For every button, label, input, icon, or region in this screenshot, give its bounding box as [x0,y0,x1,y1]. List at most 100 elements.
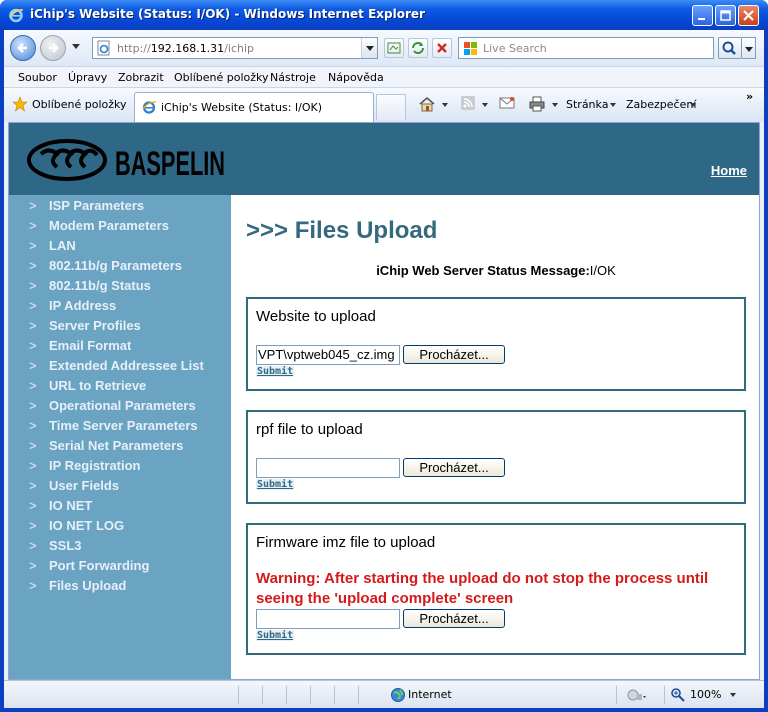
sidebar-item-serial-net-parameters[interactable]: > Serial Net Parameters [29,438,204,458]
firmware-upload-box: Firmware imz file to upload Warning: Aft… [246,523,746,655]
firmware-browse-button[interactable]: Procházet... [403,609,505,628]
rpf-submit-button[interactable]: Submit [256,479,295,490]
address-bar[interactable]: http://192.168.1.31/ichip [92,37,378,59]
rpf-file-input[interactable] [256,458,400,478]
sidebar-item-modem-parameters[interactable]: > Modem Parameters [29,218,204,238]
feeds-dropdown-icon[interactable] [482,103,488,107]
page-menu-dropdown-icon[interactable] [610,103,616,107]
nav-marker-icon: > [29,238,37,253]
search-button[interactable] [718,37,742,59]
menu-item-tools[interactable]: Nástroje [270,71,316,84]
zoom-level[interactable]: 100% [690,688,721,701]
more-commands-icon[interactable]: » [746,90,753,103]
favorites-star-icon[interactable] [12,96,28,112]
sidebar-item-server-profiles[interactable]: > Server Profiles [29,318,204,338]
sidebar-item-label: Files Upload [49,578,127,593]
minimize-button[interactable] [692,5,713,26]
firmware-submit-button[interactable]: Submit [256,630,295,641]
stop-icon [437,43,447,53]
nav-marker-icon: > [29,318,37,333]
safety-menu-button[interactable]: Zabezpečení [626,98,696,111]
nav-marker-icon: > [29,418,37,433]
logo-text: BASPELIN [115,145,225,183]
sidebar-item-ssl3[interactable]: > SSL3 [29,538,204,558]
menu-item-help[interactable]: Nápověda [328,71,384,84]
sidebar-item-isp-parameters[interactable]: > ISP Parameters [29,198,204,218]
sidebar-item-label: Server Profiles [49,318,141,333]
address-toolbar: http://192.168.1.31/ichip Live Search [4,30,764,66]
menu-item-edit[interactable]: Úpravy [68,71,107,84]
sidebar-item-ip-registration[interactable]: > IP Registration [29,458,204,478]
mail-icon[interactable] [498,95,516,111]
sidebar-item-label: LAN [49,238,76,253]
menu-item-favorites[interactable]: Oblíbené položky [174,71,269,84]
print-icon[interactable] [528,95,546,113]
search-options-dropdown-icon[interactable] [742,37,756,59]
tab-ichip-website[interactable]: iChip's Website (Status: I/OK) [134,92,374,122]
sidebar-item-802-11b-g-parameters[interactable]: >802.11b/g Parameters [29,258,204,278]
protected-mode-icon[interactable] [626,687,648,703]
sidebar-item-io-net-log[interactable]: > IO NET LOG [29,518,204,538]
compatibility-view-button[interactable] [384,38,404,58]
title-bar[interactable]: iChip's Website (Status: I/OK) - Windows… [0,0,768,30]
stop-button[interactable] [432,38,452,58]
back-button[interactable] [10,35,36,61]
status-divider [286,686,287,704]
page-title: >>> Files Upload [246,217,438,244]
sidebar-item-time-server-parameters[interactable]: > Time Server Parameters [29,418,204,438]
search-input[interactable]: Live Search [458,37,714,59]
zoom-icon[interactable] [670,687,686,703]
nav-marker-icon: > [29,218,37,233]
favorites-label[interactable]: Oblíbené položky [32,98,127,111]
home-icon[interactable] [418,95,436,113]
search-placeholder: Live Search [483,42,547,55]
sidebar-item-ip-address[interactable]: > IP Address [29,298,204,318]
zoom-dropdown-icon[interactable] [730,693,736,697]
menu-item-file[interactable]: Soubor [18,71,57,84]
sidebar-item-extended-addressee-list[interactable]: > Extended Addressee List [29,358,204,378]
sidebar-item-url-to-retrieve[interactable]: > URL to Retrieve [29,378,204,398]
sidebar-item-lan[interactable]: > LAN [29,238,204,258]
address-dropdown-icon[interactable] [361,38,377,58]
sidebar-item-label: Port Forwarding [49,558,150,573]
sidebar-item-user-fields[interactable]: > User Fields [29,478,204,498]
status-bar: Internet 100% [4,680,764,708]
status-divider [664,686,665,704]
upload-warning: Warning: After starting the upload do no… [256,570,709,607]
menu-item-view[interactable]: Zobrazit [118,71,164,84]
history-dropdown-icon[interactable] [72,44,80,49]
sidebar-item-label: IO NET [49,498,93,513]
new-tab-button[interactable] [376,94,406,120]
status-divider [616,686,617,704]
close-window-button[interactable] [738,5,759,26]
sidebar-item-label: Modem Parameters [49,218,169,233]
firmware-file-input[interactable] [256,609,400,629]
forward-button[interactable] [40,35,66,61]
sidebar-item-label: SSL3 [49,538,82,553]
print-dropdown-icon[interactable] [552,103,558,107]
sidebar-item-files-upload[interactable]: > Files Upload [29,578,204,598]
sidebar-item-label: IO NET LOG [49,518,125,533]
sidebar-item-port-forwarding[interactable]: > Port Forwarding [29,558,204,578]
sidebar-item-operational-parameters[interactable]: > Operational Parameters [29,398,204,418]
website-file-input[interactable]: VPT\vptweb045_cz.img [256,345,400,365]
sidebar-item-email-format[interactable]: > Email Format [29,338,204,358]
maximize-button[interactable] [715,5,736,26]
home-dropdown-icon[interactable] [442,103,448,107]
status-divider [262,686,263,704]
refresh-button[interactable] [408,38,428,58]
sidebar-item-io-net[interactable]: > IO NET [29,498,204,518]
sidebar-item-802-11b-g-status[interactable]: >802.11b/g Status [29,278,204,298]
website-submit-button[interactable]: Submit [256,366,295,377]
page-menu-button[interactable]: Stránka [566,98,608,111]
website-browse-button[interactable]: Procházet... [403,345,505,364]
rpf-browse-button[interactable]: Procházet... [403,458,505,477]
website-upload-box: Website to upload VPT\vptweb045_cz.img P… [246,297,746,391]
sidebar-item-label: Operational Parameters [49,398,196,413]
home-link[interactable]: Home [711,163,747,178]
safety-menu-dropdown-icon[interactable] [690,103,696,107]
page-viewport: BASPELIN Home > ISP Parameters > Modem Para… [8,122,760,680]
sidebar-item-label: URL to Retrieve [49,378,147,393]
ie-logo-icon [9,8,24,23]
feeds-icon[interactable] [460,95,476,111]
